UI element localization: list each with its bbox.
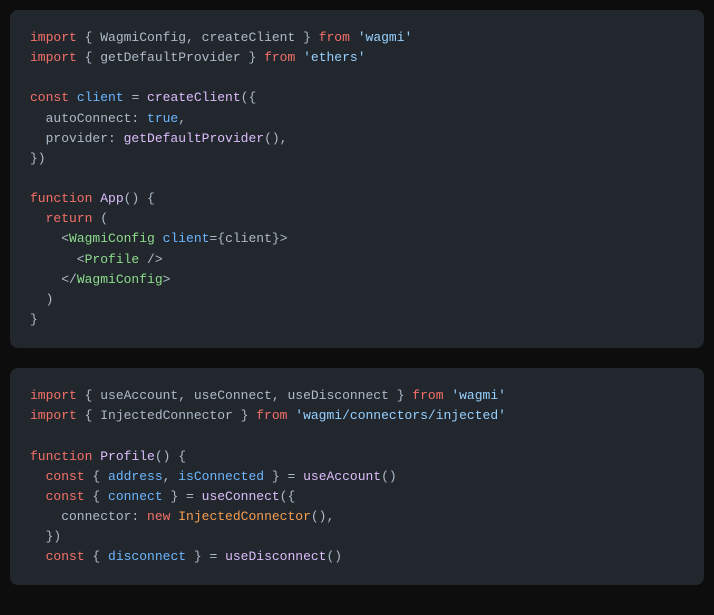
code-block-1: import { WagmiConfig, createClient } fro… [10,10,704,348]
code-content-2: import { useAccount, useConnect, useDisc… [30,386,684,567]
code-block-2: import { useAccount, useConnect, useDisc… [10,368,704,585]
code-content-1: import { WagmiConfig, createClient } fro… [30,28,684,330]
kw-import: import [30,30,77,45]
